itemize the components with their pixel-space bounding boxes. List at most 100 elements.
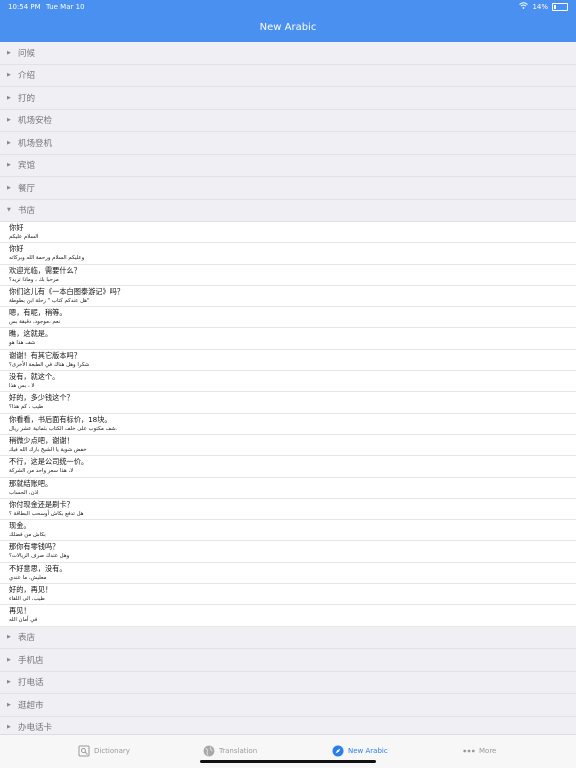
- chevron-right-icon: ▶: [7, 724, 11, 731]
- section-restaurant[interactable]: ▶ 餐厅: [0, 177, 576, 200]
- phrase-arabic: لا ، بس هذا: [9, 383, 35, 390]
- phrase-row[interactable]: 欢迎光临，需要什么？ مرحبا بك ، وماذا تريد؟: [0, 265, 576, 286]
- section-phone-store[interactable]: ▶ 手机店: [0, 649, 576, 672]
- phrase-row[interactable]: 你好 وعليكم السلام ورحمة الله وبركاته: [0, 243, 576, 265]
- phrase-chinese: 现金。: [9, 521, 31, 531]
- phrase-arabic: طيب ، كم هذا؟: [9, 404, 44, 411]
- phrase-row[interactable]: 再见！ في أمان الله: [0, 605, 576, 627]
- phrase-row[interactable]: 好的，再见！ طيب، الى اللقاء: [0, 584, 576, 606]
- chevron-right-icon: ▶: [7, 139, 11, 146]
- phrase-arabic: اذن، الحساب: [9, 489, 39, 496]
- phrase-arabic: شكرا وهل هناك في الطبعة الأخرى؟: [9, 361, 90, 368]
- chevron-right-icon: ▶: [7, 184, 11, 191]
- section-label: 机场安检: [18, 116, 53, 127]
- compass-icon: [332, 745, 344, 757]
- phrase-row[interactable]: 嗯，有呢，稍等。 نعم ،موجود، دقيقة بس: [0, 307, 576, 329]
- section-airport-security[interactable]: ▶ 机场安检: [0, 109, 576, 132]
- phrase-arabic: شف مكتوب على خلف الكتاب بثمانية عشر ريال…: [9, 425, 118, 432]
- section-list[interactable]: ▶ 问候 ▶ 介绍 ▶ 打的 ▶ 机场安检 ▶ 机场登机 ▶ 宾馆 ▶ 餐厅 ▼ 书店 你好 ال…: [0, 42, 576, 734]
- phrase-row[interactable]: 没有，就这个。 لا ، بس هذا: [0, 371, 576, 393]
- section-label: 书店: [18, 206, 36, 217]
- chevron-right-icon: ▶: [7, 656, 11, 663]
- section-taxi[interactable]: ▶ 打的: [0, 87, 576, 110]
- phrase-arabic: بكاش من فضلك: [9, 532, 46, 539]
- battery-icon: [552, 2, 568, 11]
- tab-more[interactable]: More: [463, 739, 496, 763]
- section-label: 办电话卡: [18, 723, 53, 734]
- phrase-chinese: 你好: [9, 244, 24, 254]
- section-hotel[interactable]: ▶ 宾馆: [0, 154, 576, 177]
- chevron-right-icon: ▶: [7, 162, 11, 169]
- phrase-chinese: 那就结账吧。: [9, 478, 53, 488]
- phrase-chinese: 嗯，有呢，稍等。: [9, 308, 67, 318]
- section-phone-call[interactable]: ▶ 打电话: [0, 671, 576, 695]
- phrase-chinese: 瞧，这就是。: [9, 329, 53, 339]
- phrase-row[interactable]: 那就结账吧。 اذن، الحساب: [0, 478, 576, 499]
- phrase-chinese: 没有，就这个。: [9, 372, 60, 382]
- tab-dictionary[interactable]: Dictionary: [78, 739, 130, 763]
- section-label: 餐厅: [18, 183, 36, 194]
- chevron-right-icon: ▶: [7, 94, 11, 101]
- phrase-arabic: مرحبا بك ، وماذا تريد؟: [9, 276, 59, 283]
- chevron-right-icon: ▶: [7, 117, 11, 124]
- wifi-icon: [519, 2, 529, 11]
- section-introductions[interactable]: ▶ 介绍: [0, 64, 576, 87]
- status-bar: 10:54 PM Tue Mar 10 14%: [0, 0, 576, 14]
- phrase-row[interactable]: 不行，这是公司统一价。 لا، هذا سعر واحد من الشركة: [0, 456, 576, 478]
- phrase-row[interactable]: 你看看，书后面有标价，18块。 شف مكتوب على خلف الكتاب ب…: [0, 414, 576, 435]
- globe-icon: [203, 745, 215, 757]
- chevron-right-icon: ▶: [7, 49, 11, 56]
- section-bookstore[interactable]: ▼ 书店: [0, 199, 576, 222]
- phrase-row[interactable]: 不好意思，没有。 معليش، ما عندي: [0, 563, 576, 585]
- section-label: 打的: [18, 93, 36, 104]
- phrase-chinese: 那你有零钱吗？: [9, 542, 60, 552]
- phrase-chinese: 不好意思，没有。: [9, 563, 67, 573]
- section-label: 表店: [18, 633, 36, 644]
- status-date: Tue Mar 10: [46, 3, 85, 11]
- phrase-arabic: خفض شوية يا الشيخ بارك الله فيك: [9, 446, 87, 453]
- phrase-arabic: السلام عليكم: [9, 234, 39, 240]
- phrase-arabic: هل تدفع بكاش أوسحب البطاقة ؟: [9, 510, 84, 517]
- page-title: New Arabic: [259, 22, 317, 33]
- phrase-chinese: 稍微少点吧，谢谢！: [9, 435, 74, 445]
- phrase-arabic: نعم ،موجود، دقيقة بس: [9, 319, 61, 326]
- navigation-bar: New Arabic: [0, 14, 576, 42]
- phrase-arabic: في أمان الله: [9, 617, 38, 624]
- phrase-chinese: 你看看，书后面有标价，18块。: [9, 414, 112, 424]
- chevron-down-icon: ▼: [7, 207, 11, 214]
- phrase-chinese: 不行，这是公司统一价。: [9, 457, 89, 467]
- section-greetings[interactable]: ▶ 问候: [0, 42, 576, 65]
- section-label: 机场登机: [18, 138, 53, 149]
- phrase-row[interactable]: 现金。 بكاش من فضلك: [0, 520, 576, 542]
- phrase-row[interactable]: 你好 السلام عليكم: [0, 222, 576, 244]
- more-dots-icon: [463, 745, 475, 757]
- phrase-row[interactable]: 瞧，这就是。 شف هذا هو: [0, 328, 576, 350]
- phrase-chinese: 你们这儿有《一本白图泰游记》吗？: [9, 286, 125, 296]
- phrase-arabic: طيب، الى اللقاء: [9, 596, 45, 603]
- section-sim-card[interactable]: ▶ 办电话卡: [0, 716, 576, 734]
- tab-label: More: [479, 747, 497, 755]
- phrase-chinese: 欢迎光临，需要什么？: [9, 265, 81, 275]
- status-right: 14%: [519, 2, 568, 11]
- phrase-arabic: لا، هذا سعر واحد من الشركة: [9, 468, 74, 475]
- phrase-row[interactable]: 好的，多少钱这个？ طيب ، كم هذا؟: [0, 392, 576, 414]
- phrase-arabic: وهل عندك صرف الريالات؟: [9, 553, 70, 560]
- phrase-chinese: 好的，多少钱这个？: [9, 393, 74, 403]
- home-indicator[interactable]: [200, 760, 376, 763]
- phrase-row[interactable]: 那你有零钱吗？ وهل عندك صرف الريالات؟: [0, 541, 576, 563]
- section-airport-boarding[interactable]: ▶ 机场登机: [0, 132, 576, 155]
- battery-percent: 14%: [532, 2, 548, 11]
- section-label: 宾馆: [18, 161, 36, 172]
- section-supermarket[interactable]: ▶ 逛超市: [0, 694, 576, 717]
- phrase-list: 你好 السلام عليكم 你好 وعليكم السلام ورحمة الل…: [0, 222, 576, 627]
- section-watch-store[interactable]: ▶ 表店: [0, 626, 576, 650]
- phrase-chinese: 再见！: [9, 606, 31, 616]
- phrase-chinese: 谢谢！有其它版本吗？: [9, 350, 81, 360]
- phrase-row[interactable]: 谢谢！有其它版本吗？ شكرا وهل هناك في الطبعة الأخرى…: [0, 350, 576, 372]
- tab-label: New Arabic: [348, 747, 388, 755]
- section-label: 问候: [18, 48, 36, 59]
- phrase-row[interactable]: 你们这儿有《一本白图泰游记》吗？ هل عندكم كتاب " رحلة ابن…: [0, 286, 576, 308]
- chevron-right-icon: ▶: [7, 679, 11, 686]
- phrase-row[interactable]: 你付现金还是刷卡？ هل تدفع بكاش أوسحب البطاقة ؟: [0, 499, 576, 521]
- phrase-row[interactable]: 稍微少点吧，谢谢！ خفض شوية يا الشيخ بارك الله فيك: [0, 435, 576, 457]
